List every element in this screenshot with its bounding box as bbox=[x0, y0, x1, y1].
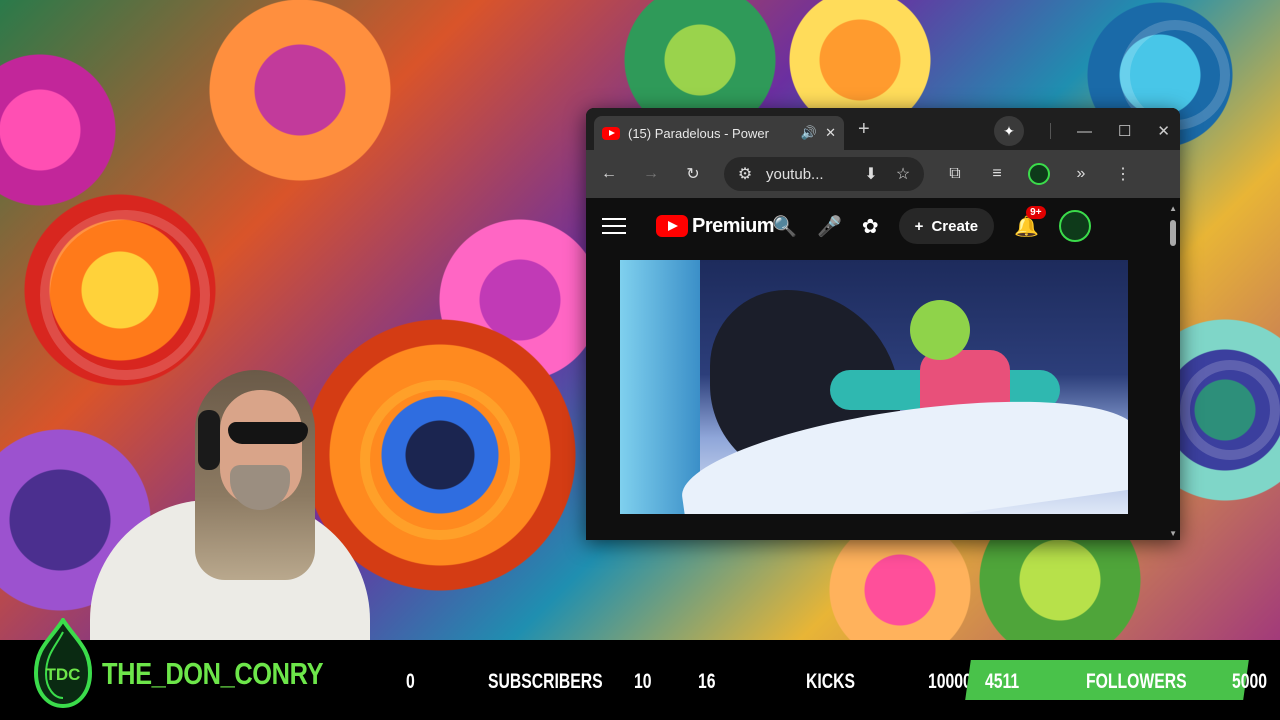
bell-icon: 🔔 bbox=[1014, 215, 1040, 238]
followers-current: 4511 bbox=[985, 670, 1020, 693]
tab-title: (15) Paradelous - Power bbox=[628, 125, 769, 141]
followers-label: FOLLOWERS bbox=[1086, 670, 1187, 693]
subscribers-goal: 10 bbox=[634, 670, 652, 693]
notification-badge: 9+ bbox=[1026, 205, 1046, 219]
logo-text: Premium bbox=[692, 214, 775, 237]
bookmark-star-icon[interactable]: ☆ bbox=[892, 164, 914, 184]
youtube-account-avatar[interactable] bbox=[1059, 210, 1092, 242]
tdc-logo-icon: TDC bbox=[33, 618, 93, 709]
install-app-icon[interactable]: ⬇ bbox=[860, 164, 882, 184]
microphone-icon[interactable]: 🎤 bbox=[817, 214, 842, 239]
minimize-icon[interactable]: — bbox=[1077, 123, 1092, 140]
page-scrollbar[interactable] bbox=[1166, 198, 1180, 540]
logo-text: TDC bbox=[46, 665, 81, 684]
back-arrow-icon[interactable]: ← bbox=[598, 165, 620, 183]
headphones bbox=[198, 410, 220, 470]
sunglasses bbox=[228, 422, 308, 444]
profile-avatar[interactable] bbox=[1028, 163, 1050, 185]
tab-close-icon[interactable]: ✕ bbox=[825, 125, 836, 141]
scroll-down-icon[interactable]: ▼ bbox=[1169, 529, 1177, 538]
maximize-icon[interactable]: ☐ bbox=[1118, 122, 1131, 140]
more-tools-icon[interactable]: » bbox=[1070, 165, 1092, 183]
plus-icon: + bbox=[914, 217, 924, 235]
reload-icon[interactable]: ↻ bbox=[682, 164, 704, 184]
tab-bar: (15) Paradelous - Power 🔊 ✕ + ✦ — ☐ ✕ bbox=[586, 108, 1180, 150]
browser-window: (15) Paradelous - Power 🔊 ✕ + ✦ — ☐ ✕ ← … bbox=[586, 108, 1180, 540]
new-tab-button[interactable]: + bbox=[858, 118, 870, 141]
create-label: Create bbox=[931, 217, 979, 235]
notifications-button[interactable]: 🔔 9+ bbox=[1014, 205, 1046, 239]
window-controls: ✦ — ☐ ✕ bbox=[993, 116, 1170, 146]
channel-name: THE_DON_CONRY bbox=[102, 656, 324, 691]
wallpaper-eye bbox=[360, 380, 520, 540]
youtube-favicon-icon bbox=[602, 126, 620, 140]
gemini-icon[interactable]: ✦ bbox=[993, 116, 1024, 146]
address-bar[interactable]: ⚙ youtub... ⬇ ☆ bbox=[724, 157, 924, 191]
url-text: youtub... bbox=[766, 165, 824, 183]
hamburger-menu-icon[interactable] bbox=[602, 218, 626, 234]
followers-goal: 5000 bbox=[1232, 670, 1268, 693]
video-player[interactable] bbox=[620, 260, 1128, 514]
wallpaper-spiral bbox=[40, 210, 210, 380]
ai-sparkle-icon[interactable]: ✿ bbox=[862, 214, 879, 239]
divider bbox=[1049, 123, 1051, 139]
subscribers-label: SUBSCRIBERS bbox=[488, 670, 603, 693]
kicks-label: KICKS bbox=[806, 670, 856, 693]
scrollbar-thumb[interactable] bbox=[1170, 220, 1176, 246]
browser-menu-icon[interactable]: ⋮ bbox=[1112, 164, 1134, 184]
streamer-webcam bbox=[80, 360, 380, 650]
subscribers-current: 0 bbox=[406, 670, 415, 693]
wallpaper-spiral bbox=[1180, 360, 1280, 460]
browser-toolbar: ← → ↻ ⚙ youtub... ⬇ ☆ ⧉ ≡ » ⋮ bbox=[586, 150, 1180, 198]
youtube-logo-icon bbox=[656, 215, 688, 237]
kicks-goal: 10000 bbox=[928, 670, 972, 693]
extensions-icon[interactable]: ⧉ bbox=[944, 165, 966, 183]
video-ice-wall bbox=[620, 260, 700, 514]
kicks-current: 16 bbox=[698, 670, 716, 693]
search-icon[interactable]: 🔍 bbox=[772, 214, 797, 239]
scroll-up-icon[interactable]: ▲ bbox=[1169, 204, 1177, 213]
video-character-hair bbox=[910, 300, 970, 360]
create-button[interactable]: + Create bbox=[898, 208, 995, 244]
youtube-header: Premium 🔍 🎤 ✿ + Create 🔔 9+ bbox=[586, 198, 1180, 254]
browser-tab[interactable]: (15) Paradelous - Power 🔊 ✕ bbox=[594, 116, 844, 150]
site-info-icon[interactable]: ⚙ bbox=[734, 164, 756, 184]
forward-arrow-icon[interactable]: → bbox=[640, 165, 662, 183]
reading-list-icon[interactable]: ≡ bbox=[986, 165, 1008, 183]
window-close-icon[interactable]: ✕ bbox=[1157, 122, 1170, 140]
youtube-premium-logo[interactable]: Premium bbox=[656, 214, 775, 238]
speaker-icon[interactable]: 🔊 bbox=[801, 125, 817, 141]
